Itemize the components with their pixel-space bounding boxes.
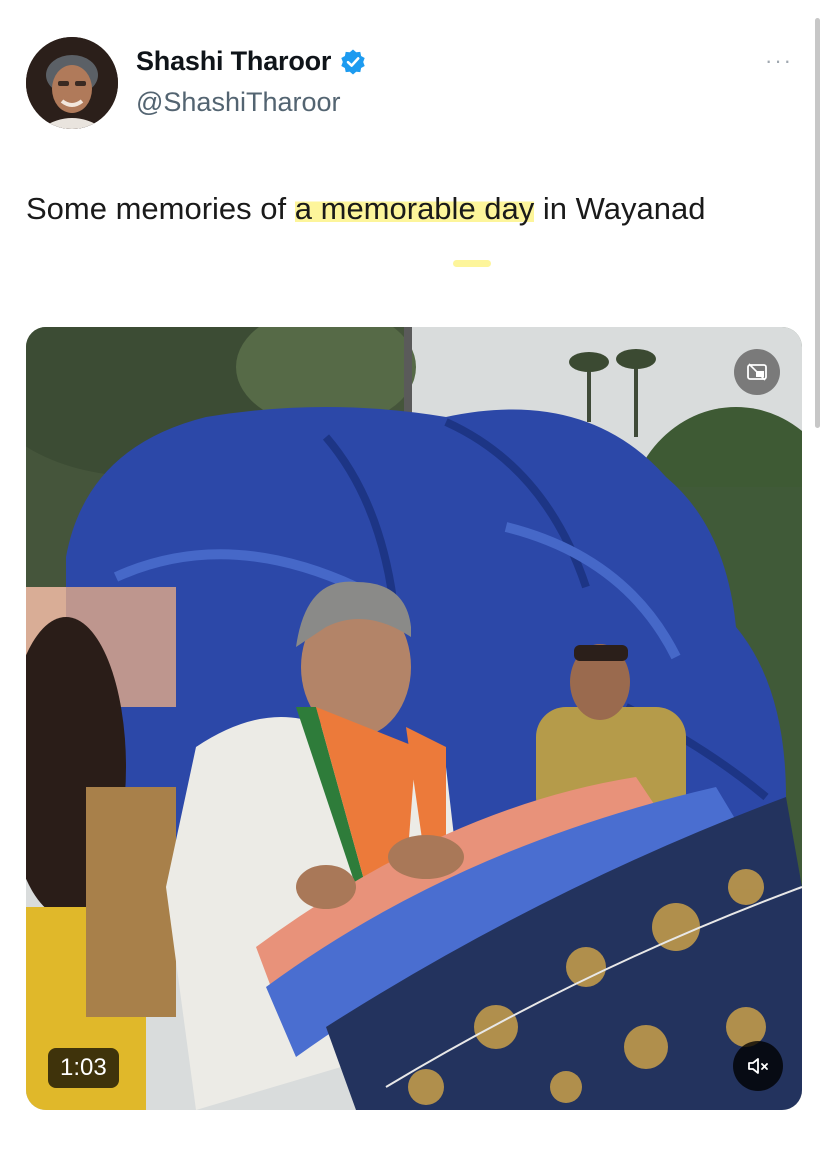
avatar[interactable] xyxy=(26,37,118,129)
video-duration: 1:03 xyxy=(48,1048,119,1088)
picture-in-picture-button[interactable] xyxy=(734,349,780,395)
video-frame xyxy=(26,327,802,1110)
tweet-text-highlight: a memorable day xyxy=(294,191,535,226)
more-options-button[interactable]: ··· xyxy=(765,48,793,74)
tweet-card: Shashi Tharoor @ShashiTharoor ··· Some m… xyxy=(0,0,828,1151)
tweet-text: Some memories of a memorable day in Waya… xyxy=(26,185,766,232)
tweet-text-start: Some memories of xyxy=(26,191,295,226)
verified-badge-icon xyxy=(339,48,367,76)
avatar-image xyxy=(26,37,118,129)
tweet-text-end: in Wayanad xyxy=(534,191,706,226)
mute-toggle-button[interactable] xyxy=(733,1041,783,1091)
speaker-muted-icon xyxy=(748,1058,768,1074)
scrollbar[interactable] xyxy=(815,18,820,428)
author-name-row: Shashi Tharoor xyxy=(136,46,367,77)
highlight-mark xyxy=(453,260,491,267)
video-player[interactable]: 1:03 xyxy=(26,327,802,1110)
picture-in-picture-icon xyxy=(747,363,767,381)
author-handle[interactable]: @ShashiTharoor xyxy=(136,87,341,118)
author-display-name[interactable]: Shashi Tharoor xyxy=(136,46,331,77)
